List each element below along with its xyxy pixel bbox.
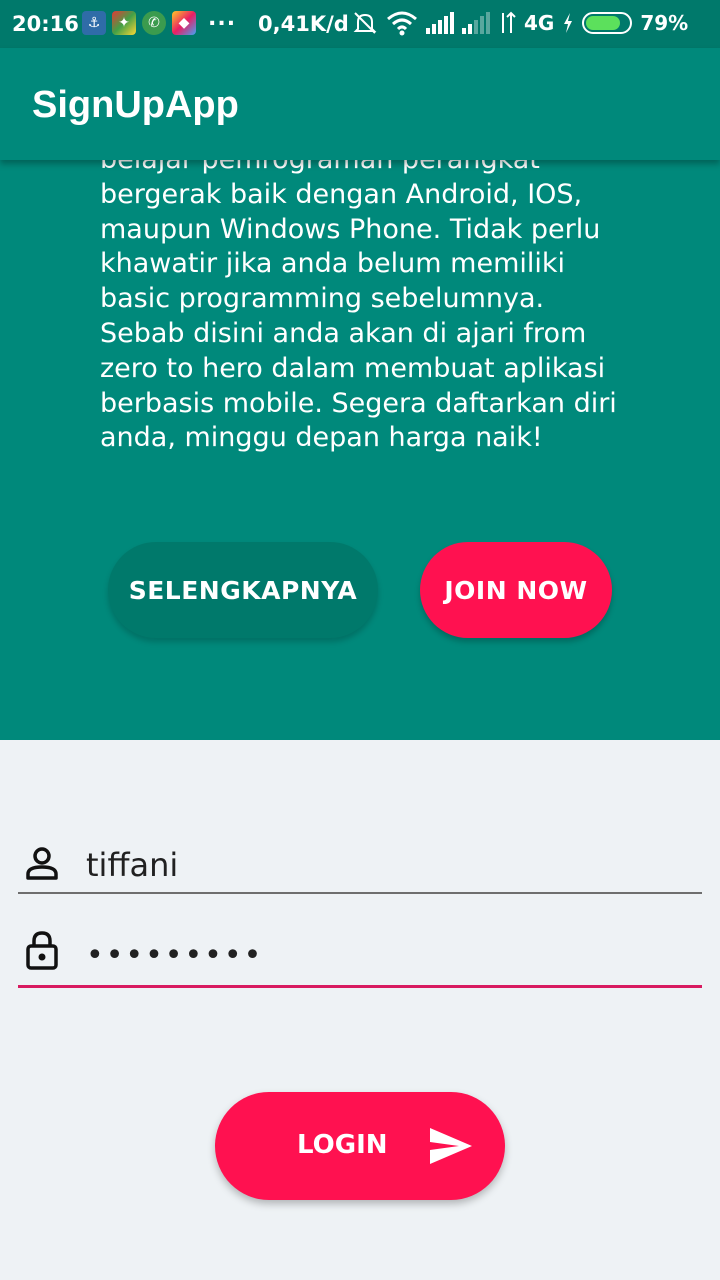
person-icon (26, 847, 58, 880)
app-bar: SignUpApp (0, 48, 720, 160)
network-speed: 0,41K/d (258, 12, 349, 36)
charging-icon (564, 13, 573, 33)
data-transfer-icon (502, 11, 516, 33)
system-icons: 4G 79% (352, 10, 688, 36)
status-bar: 20:16 ⚓ ✦ ✆ ◆ ... 0,41K/d 4G 79% (0, 0, 720, 48)
maps-notification-icon: ✦ (112, 11, 136, 35)
notification-icons: ⚓ ✦ ✆ ◆ (82, 11, 196, 35)
username-input[interactable] (86, 842, 686, 888)
mute-bell-icon (353, 12, 377, 34)
password-field[interactable] (18, 924, 702, 988)
battery-level-fill (586, 16, 620, 30)
battery-percent: 79% (640, 11, 689, 35)
photos-notification-icon: ◆ (172, 11, 196, 35)
username-field[interactable] (18, 834, 702, 894)
app-notification-icon: ⚓ (82, 11, 106, 35)
wifi-icon (387, 11, 417, 36)
signal-strength-sim2-icon (462, 12, 490, 34)
send-icon (430, 1128, 472, 1164)
login-button-label: LOGIN (297, 1130, 388, 1160)
course-info-section: belajar pemrograman perangkat bergerak b… (0, 160, 720, 740)
signal-strength-sim1-icon (426, 12, 454, 34)
join-now-button[interactable]: JOIN NOW (420, 542, 612, 638)
whatsapp-notification-icon: ✆ (142, 11, 166, 35)
course-description: belajar pemrograman perangkat bergerak b… (100, 160, 617, 454)
app-title: SignUpApp (32, 84, 239, 126)
login-button[interactable]: LOGIN (215, 1092, 505, 1200)
lock-icon (26, 931, 58, 970)
battery-icon (582, 12, 633, 34)
more-info-button[interactable]: SELENGKAPNYA (108, 542, 378, 638)
password-input[interactable] (86, 932, 686, 978)
network-type: 4G (524, 11, 555, 35)
more-notifications-indicator: ... (208, 6, 237, 31)
status-time: 20:16 (12, 12, 79, 36)
